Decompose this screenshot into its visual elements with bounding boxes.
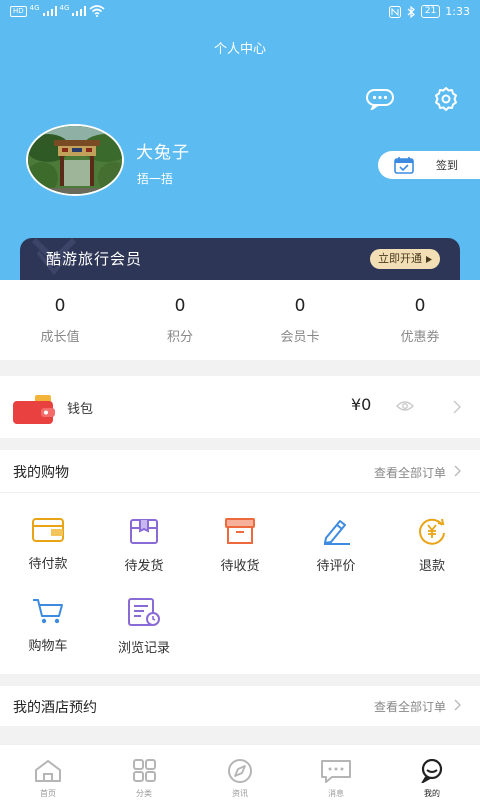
- tab-home[interactable]: 首页: [0, 745, 96, 800]
- message-button[interactable]: [364, 83, 396, 115]
- vip-open-button[interactable]: 立即开通: [370, 249, 440, 269]
- order-label: 待评价: [316, 559, 356, 574]
- tab-label: 资讯: [232, 789, 248, 798]
- section-title: 我的酒店预约: [13, 700, 97, 716]
- settings-button[interactable]: [430, 83, 462, 115]
- order-label: 待收货: [220, 559, 260, 574]
- message-icon: [366, 89, 394, 110]
- nfc-icon: [388, 5, 401, 18]
- hotel-section: 我的酒店预约 查看全部订单: [0, 686, 480, 726]
- tab-label: 消息: [328, 789, 344, 798]
- pen-icon: [324, 520, 350, 545]
- stat-member-card[interactable]: 0 会员卡: [240, 280, 360, 360]
- checkin-button[interactable]: 签到: [378, 151, 480, 179]
- bottom-tab-bar: 首页 分类 资讯 消息 我的: [0, 744, 480, 800]
- clock: 1:33: [445, 5, 470, 18]
- wallet-amount: ¥0: [351, 395, 372, 414]
- order-pending-shipment[interactable]: 待发货: [96, 517, 192, 574]
- wallet-label: 钱包: [67, 402, 94, 417]
- stat-label: 优惠券: [400, 330, 440, 345]
- vip-title: 酷游旅行会员: [46, 250, 143, 268]
- compass-icon: [228, 759, 252, 783]
- order-label: 浏览记录: [117, 641, 170, 656]
- stat-coupons[interactable]: 0 优惠券: [360, 280, 480, 360]
- profile-header: HD 4G 4G 21 1:33 个人中心 大兔子 捂一捂 签到 酷游旅行会员 …: [0, 0, 480, 280]
- wifi-icon: [89, 5, 105, 17]
- cart-icon: [33, 599, 63, 624]
- wallet-icon: [13, 395, 55, 424]
- tab-label: 我的: [424, 789, 440, 798]
- view-all-hotel-orders-link[interactable]: 查看全部订单: [374, 698, 446, 715]
- order-label: 退款: [418, 559, 445, 574]
- signal-icon-2: [72, 6, 87, 16]
- view-all-orders-link[interactable]: 查看全部订单: [374, 464, 446, 481]
- order-label: 待付款: [28, 557, 68, 572]
- order-pending-payment[interactable]: 待付款: [0, 517, 96, 572]
- user-subtitle: 捂一捂: [137, 172, 174, 186]
- tab-category[interactable]: 分类: [96, 745, 192, 800]
- avatar[interactable]: [26, 124, 124, 196]
- settings-gear-icon: [435, 87, 457, 111]
- divider: [0, 492, 480, 493]
- chevron-right-icon: [453, 400, 461, 414]
- chevron-right-icon: [454, 465, 461, 477]
- shopping-section: 我的购物 查看全部订单 待付款 待发货 待收货 待评价 退款 购物车 浏览记录: [0, 450, 480, 674]
- network-4g-label: 4G: [29, 3, 40, 12]
- order-refund[interactable]: 退款: [384, 517, 480, 574]
- tab-label: 分类: [136, 789, 152, 798]
- browsing-history[interactable]: 浏览记录: [96, 597, 192, 656]
- bluetooth-icon: [407, 5, 415, 18]
- chat-icon: [321, 760, 351, 783]
- tab-label: 首页: [40, 789, 56, 798]
- order-label: 购物车: [28, 639, 68, 654]
- checkin-label: 签到: [436, 159, 458, 172]
- tab-profile[interactable]: 我的: [384, 745, 480, 800]
- inbox-icon: [225, 518, 255, 544]
- hd-badge: HD: [10, 5, 27, 17]
- tab-messages[interactable]: 消息: [288, 745, 384, 800]
- profile-icon: [420, 758, 443, 785]
- status-indicators: HD 4G 4G: [10, 3, 105, 17]
- play-arrow-icon: [426, 255, 432, 263]
- stats-bar: 0 成长值 0 积分 0 会员卡 0 优惠券: [0, 280, 480, 360]
- stat-value: 0: [174, 296, 186, 316]
- stat-label: 积分: [166, 330, 193, 345]
- order-pending-review[interactable]: 待评价: [288, 517, 384, 574]
- stat-label: 成长值: [40, 330, 80, 345]
- stat-value: 0: [414, 296, 426, 316]
- shopping-header: 我的购物 查看全部订单: [0, 450, 480, 492]
- eye-icon[interactable]: [396, 400, 414, 412]
- network-4g-label-2: 4G: [59, 3, 70, 12]
- status-bar: HD 4G 4G 21 1:33: [0, 0, 480, 26]
- stat-label: 会员卡: [280, 330, 320, 345]
- signal-icon: [42, 6, 57, 16]
- shopping-cart[interactable]: 购物车: [0, 597, 96, 654]
- order-pending-receipt[interactable]: 待收货: [192, 517, 288, 574]
- order-label: 待发货: [124, 559, 164, 574]
- refund-yen-icon: [419, 518, 445, 545]
- battery-level: 21: [420, 5, 441, 18]
- wallet-icon: [32, 518, 64, 542]
- page-title: 个人中心: [213, 42, 266, 57]
- history-icon: [128, 598, 160, 626]
- vip-open-label: 立即开通: [378, 252, 422, 265]
- grid-icon: [133, 759, 156, 782]
- stat-points[interactable]: 0 积分: [120, 280, 240, 360]
- chevron-right-icon: [454, 699, 461, 711]
- section-title: 我的购物: [13, 465, 69, 481]
- tab-news[interactable]: 资讯: [192, 745, 288, 800]
- box-icon: [130, 519, 158, 544]
- stat-value: 0: [294, 296, 306, 316]
- wallet-row[interactable]: 钱包 ¥0: [0, 376, 480, 438]
- stat-growth[interactable]: 0 成长值: [0, 280, 120, 360]
- home-icon: [35, 760, 61, 782]
- calendar-check-icon: [394, 157, 414, 174]
- status-right: 21 1:33: [388, 5, 470, 18]
- username: 大兔子: [136, 143, 190, 163]
- stat-value: 0: [54, 296, 66, 316]
- avatar-photo: [28, 126, 122, 194]
- vip-card[interactable]: 酷游旅行会员 立即开通: [20, 238, 460, 280]
